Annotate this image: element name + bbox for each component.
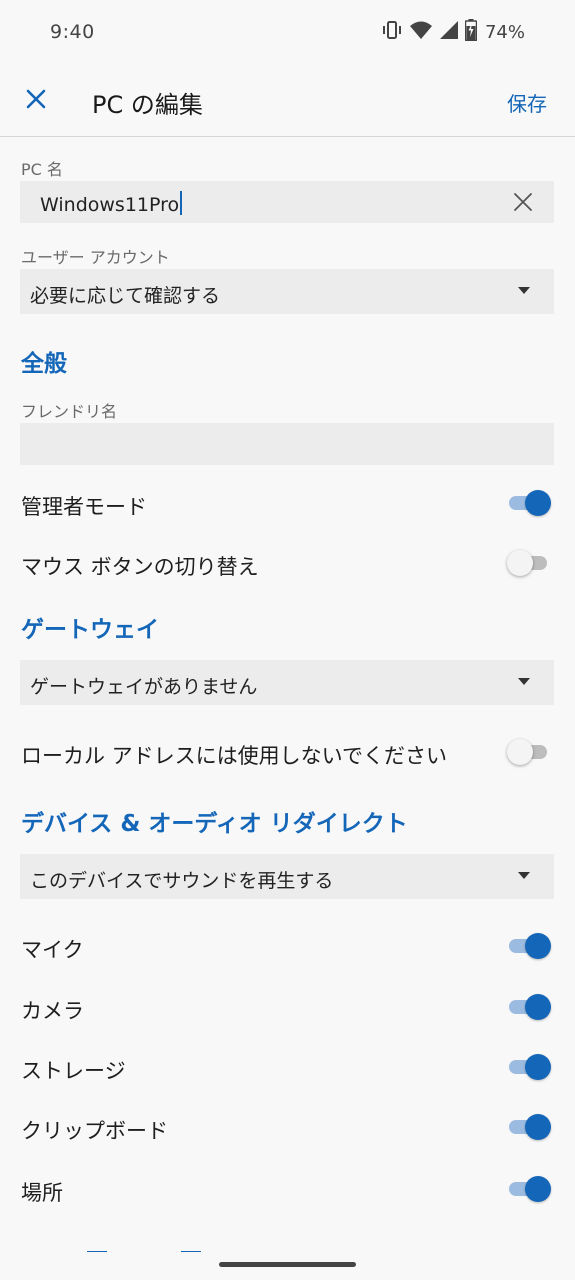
bypass-local-label: ローカル アドレスには使用しないでください (21, 744, 448, 768)
storage-toggle[interactable] (507, 1053, 551, 1081)
bypass-local-row: ローカル アドレスには使用しないでください (0, 726, 575, 776)
section-header-gateway: ゲートウェイ (21, 617, 159, 643)
pc-name-value: Windows11Pro (40, 191, 183, 216)
signal-icon (439, 20, 459, 44)
close-button[interactable] (18, 83, 54, 119)
location-label: 場所 (21, 1181, 63, 1205)
location-row: 場所 (0, 1163, 575, 1213)
storage-label: ストレージ (21, 1059, 126, 1083)
toggle-thumb (525, 994, 551, 1020)
gesture-nav-handle[interactable] (219, 1262, 356, 1267)
camera-toggle[interactable] (507, 993, 551, 1021)
section-header-redirect: デバイス & オーディオ リダイレクト (21, 811, 408, 837)
toggle-thumb (525, 1114, 551, 1140)
close-icon (26, 89, 46, 113)
mic-row: マイク (0, 920, 575, 970)
toggle-thumb (507, 550, 533, 576)
admin-mode-toggle[interactable] (507, 489, 551, 517)
save-button[interactable]: 保存 (507, 88, 547, 117)
admin-mode-row: 管理者モード (0, 477, 575, 527)
swap-mouse-row: マウス ボタンの切り替え (0, 537, 575, 587)
swap-mouse-toggle[interactable] (507, 549, 551, 577)
user-account-label: ユーザー アカウント (21, 248, 170, 267)
gateway-select[interactable]: ゲートウェイがありません (20, 660, 554, 705)
dropdown-arrow-icon (518, 872, 530, 879)
clipboard-row: クリップボード (0, 1101, 575, 1151)
gateway-value: ゲートウェイがありません (30, 676, 258, 698)
user-account-value: 必要に応じて確認する (30, 285, 221, 307)
text-caret (180, 191, 183, 215)
status-icons: 74% (381, 19, 525, 45)
toggle-thumb (525, 1054, 551, 1080)
toggle-thumb (525, 933, 551, 959)
clipboard-toggle[interactable] (507, 1113, 551, 1141)
status-bar: 9:40 74% (0, 0, 575, 66)
sound-select[interactable]: このデバイスでサウンドを再生する (20, 854, 554, 899)
pc-name-label: PC 名 (21, 160, 63, 179)
toggle-thumb (525, 490, 551, 516)
dropdown-arrow-icon (518, 678, 530, 685)
app-bar: PC の編集 保存 (0, 66, 575, 137)
camera-label: カメラ (21, 999, 84, 1023)
bypass-local-toggle[interactable] (507, 738, 551, 766)
page-title: PC の編集 (92, 91, 203, 119)
clear-icon[interactable] (512, 191, 534, 213)
camera-row: カメラ (0, 981, 575, 1031)
dropdown-arrow-icon (518, 287, 530, 294)
user-account-select[interactable]: 必要に応じて確認する (20, 269, 554, 314)
section-header-partial (21, 1238, 221, 1252)
toggle-thumb (507, 739, 533, 765)
storage-row: ストレージ (0, 1041, 575, 1091)
clipboard-label: クリップボード (21, 1119, 168, 1143)
sound-value: このデバイスでサウンドを再生する (30, 870, 334, 892)
battery-percent: 74% (484, 21, 525, 43)
wifi-icon (409, 20, 433, 44)
pc-name-input[interactable]: Windows11Pro (20, 181, 554, 223)
mic-toggle[interactable] (507, 932, 551, 960)
toggle-thumb (525, 1176, 551, 1202)
mic-label: マイク (21, 938, 84, 962)
vibrate-icon (381, 19, 403, 45)
partial-header-glyphs (87, 1251, 201, 1252)
status-time: 9:40 (50, 21, 95, 43)
section-header-general: 全般 (21, 351, 67, 377)
admin-mode-label: 管理者モード (21, 495, 147, 519)
friendly-name-label: フレンドリ名 (21, 402, 118, 421)
battery-charging-icon (464, 19, 478, 45)
swap-mouse-label: マウス ボタンの切り替え (21, 555, 259, 579)
location-toggle[interactable] (507, 1175, 551, 1203)
friendly-name-input[interactable] (20, 423, 554, 465)
